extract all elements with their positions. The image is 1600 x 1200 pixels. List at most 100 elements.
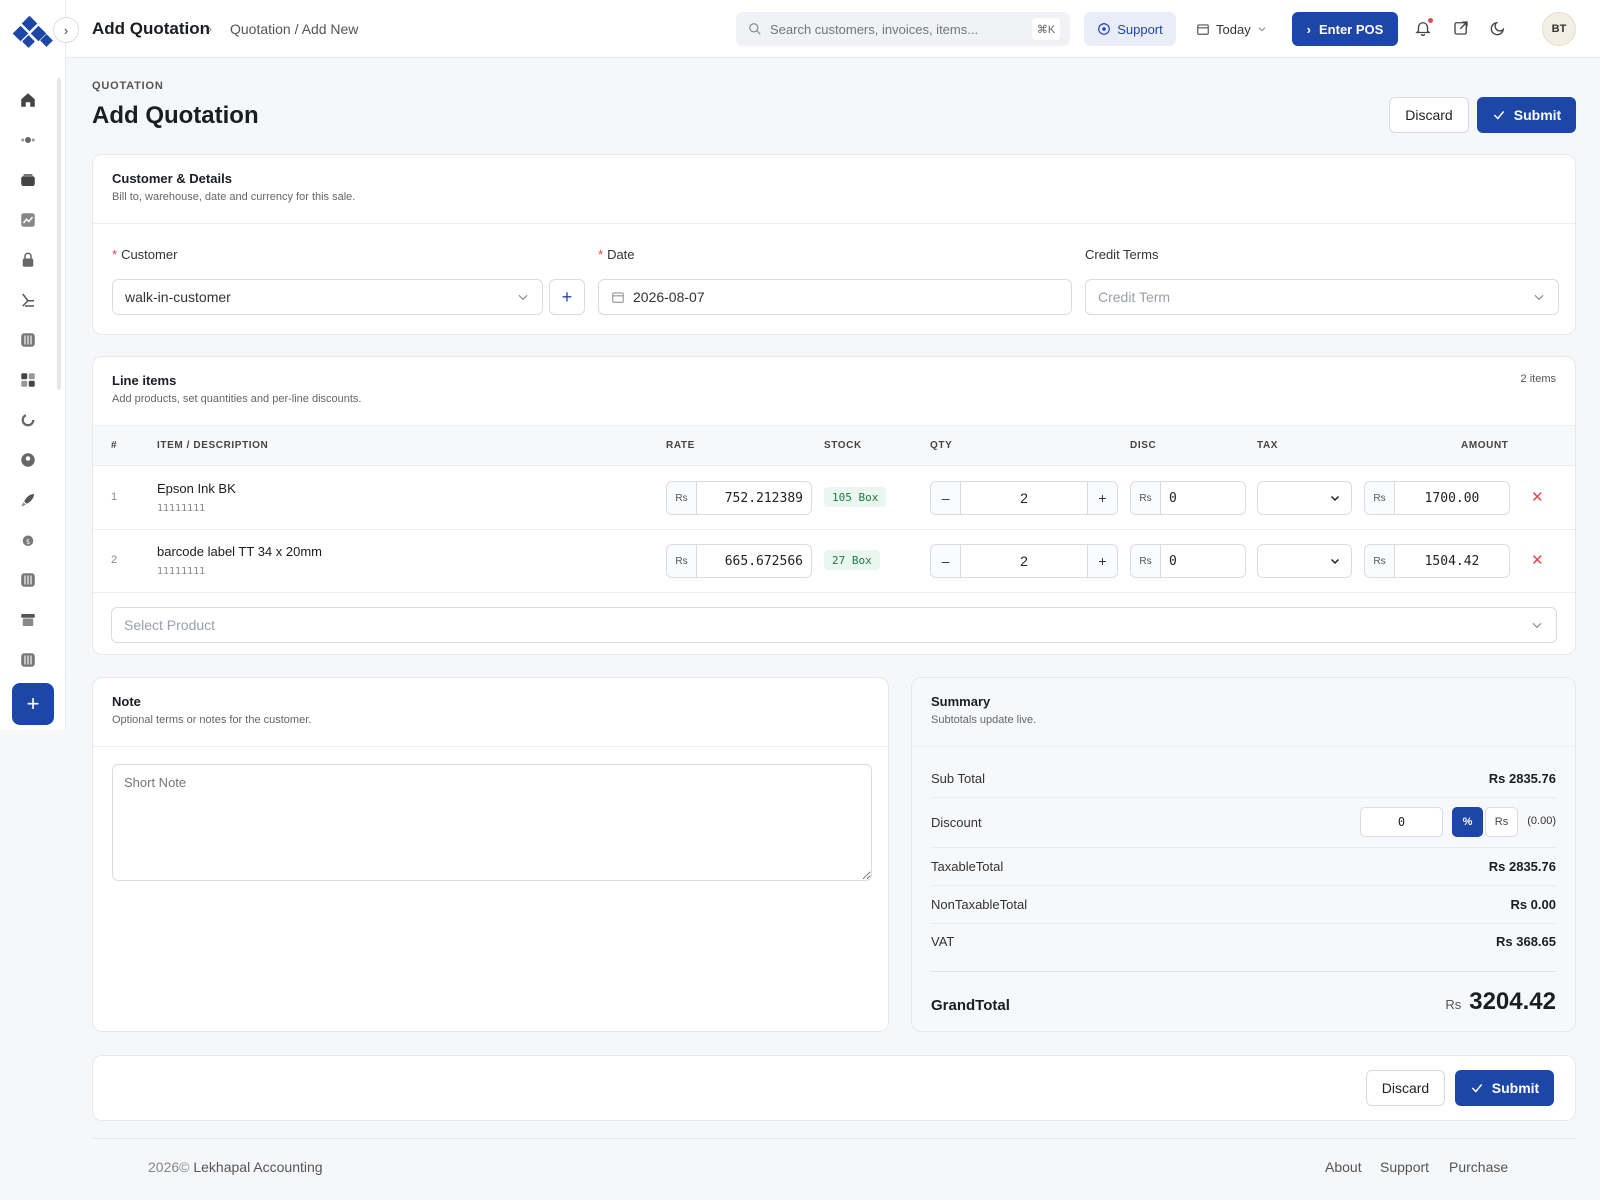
sidebar-item-archive[interactable] (0, 600, 56, 640)
sidebar-item-launch[interactable] (0, 480, 56, 520)
increment-button[interactable]: + (1087, 545, 1117, 577)
discard-label: Discard (1405, 107, 1453, 123)
sidebar-item-sync[interactable] (0, 400, 56, 440)
quantity-stepper[interactable]: – 2 + (930, 481, 1118, 515)
sidebar-toggle-button[interactable]: › (53, 17, 79, 43)
sidebar-scrollbar[interactable] (57, 78, 61, 390)
discard-button-bottom[interactable]: Discard (1366, 1070, 1445, 1106)
sidebar-item-modules[interactable] (0, 360, 56, 400)
sidebar-item-settings[interactable] (0, 320, 56, 360)
footer-link-support[interactable]: Support (1380, 1159, 1429, 1175)
help-circle-icon (1098, 23, 1111, 35)
calendar-icon (1197, 24, 1209, 35)
sidebar-item-reports[interactable] (0, 200, 56, 240)
grand-total-label: GrandTotal (931, 997, 1010, 1014)
page-eyebrow: QUOTATION (92, 80, 164, 92)
summary-divider (931, 885, 1556, 886)
sidebar-item-security[interactable] (0, 240, 56, 280)
tax-select[interactable] (1257, 544, 1352, 578)
discard-button-top[interactable]: Discard (1389, 97, 1469, 133)
sidebar-item-config[interactable] (0, 560, 56, 600)
enter-pos-button[interactable]: › Enter POS (1292, 12, 1398, 46)
grid-icon (21, 373, 35, 387)
notifications-button[interactable] (1412, 17, 1434, 39)
sidebar-item-home[interactable] (0, 80, 56, 120)
card-divider (912, 746, 1575, 747)
submit-button-bottom[interactable]: Submit (1455, 1070, 1554, 1106)
global-search[interactable]: ⌘K (736, 12, 1070, 46)
tax-select[interactable] (1257, 481, 1352, 515)
archive-icon (21, 614, 35, 626)
rate-input[interactable]: Rs 752.212389 (666, 481, 812, 515)
wallet-icon (21, 174, 35, 186)
date-input[interactable]: 2026-08-07 (598, 279, 1072, 315)
customer-card-subtitle: Bill to, warehouse, date and currency fo… (112, 191, 356, 203)
grand-total: Rs 3204.42 (1445, 988, 1556, 1016)
copyright-name: Lekhapal Accounting (193, 1159, 323, 1175)
select-product-placeholder: Select Product (124, 617, 216, 633)
select-product-dropdown[interactable]: Select Product (111, 607, 1557, 643)
currency-prefix: Rs (1365, 482, 1395, 514)
sidebar-item-users[interactable] (0, 440, 56, 480)
summary-discount-input[interactable]: 0 (1360, 807, 1443, 837)
date-field-label: * Date (598, 247, 635, 262)
support-button[interactable]: Support (1084, 12, 1176, 46)
submit-label: Submit (1491, 1080, 1540, 1096)
col-tax: TAX (1257, 440, 1279, 451)
discount-percent-toggle[interactable]: % (1452, 807, 1483, 837)
customer-select[interactable]: walk-in-customer (112, 279, 543, 315)
page-title: Add Quotation (92, 102, 259, 129)
sidebar-item-tags[interactable] (0, 120, 56, 160)
decrement-button[interactable]: – (931, 545, 961, 577)
increment-button[interactable]: + (1087, 482, 1117, 514)
credit-term-placeholder: Credit Term (1098, 289, 1171, 305)
note-title: Note (112, 694, 141, 709)
remove-row-icon[interactable]: ✕ (1531, 488, 1544, 506)
sidebar-item-tools[interactable] (0, 640, 56, 680)
quick-add-button[interactable]: + (12, 683, 54, 725)
remove-row-icon[interactable]: ✕ (1531, 551, 1544, 569)
sidebar-item-accounts[interactable] (0, 280, 56, 320)
sidebar-item-wallet[interactable] (0, 160, 56, 200)
open-external-button[interactable] (1450, 17, 1472, 39)
amount-input[interactable]: Rs 1504.42 (1364, 544, 1510, 578)
discard-label: Discard (1381, 1080, 1430, 1096)
sidebar-item-payments[interactable]: $ (0, 520, 56, 560)
submit-button-top[interactable]: Submit (1477, 97, 1576, 133)
discount-value: 0 (1169, 490, 1177, 506)
footer-link-about[interactable]: About (1325, 1159, 1362, 1175)
user-avatar[interactable]: BT (1542, 12, 1576, 46)
amount-input[interactable]: Rs 1700.00 (1364, 481, 1510, 515)
item-code: 11111111 (157, 566, 206, 577)
loader-icon (21, 413, 35, 427)
footer-divider (92, 1138, 1576, 1139)
currency-prefix: Rs (1131, 482, 1161, 514)
customer-label-text: Customer (121, 247, 178, 262)
date-range-dropdown[interactable]: Today (1196, 12, 1282, 46)
row-number: 2 (111, 554, 118, 566)
taxable-total-value: Rs 2835.76 (1488, 859, 1556, 874)
credit-terms-select[interactable]: Credit Term (1085, 279, 1559, 315)
row-number: 1 (111, 491, 118, 503)
note-textarea[interactable] (112, 764, 872, 881)
quantity-stepper[interactable]: – 2 + (930, 544, 1118, 578)
nontaxable-total-label: NonTaxableTotal (931, 897, 1028, 912)
decrement-button[interactable]: – (931, 482, 961, 514)
discount-input[interactable]: Rs 0 (1130, 481, 1246, 515)
brand-logo-icon[interactable] (12, 16, 56, 50)
required-marker: * (598, 247, 604, 262)
item-name: barcode label TT 34 x 20mm (157, 544, 322, 559)
add-customer-button[interactable]: + (549, 279, 585, 315)
chart-icon (21, 213, 35, 227)
search-input[interactable] (770, 21, 1030, 37)
chevron-down-icon (1330, 495, 1340, 502)
discount-rs-toggle[interactable]: Rs (1485, 807, 1518, 837)
item-code: 11111111 (157, 503, 206, 514)
plus-icon: + (26, 691, 40, 716)
header-title: Add Quotation (92, 19, 211, 38)
discount-input[interactable]: Rs 0 (1130, 544, 1246, 578)
theme-toggle-button[interactable] (1487, 17, 1509, 39)
note-card: Note Optional terms or notes for the cus… (92, 677, 889, 1032)
footer-link-purchase[interactable]: Purchase (1449, 1159, 1508, 1175)
rate-input[interactable]: Rs 665.672566 (666, 544, 812, 578)
